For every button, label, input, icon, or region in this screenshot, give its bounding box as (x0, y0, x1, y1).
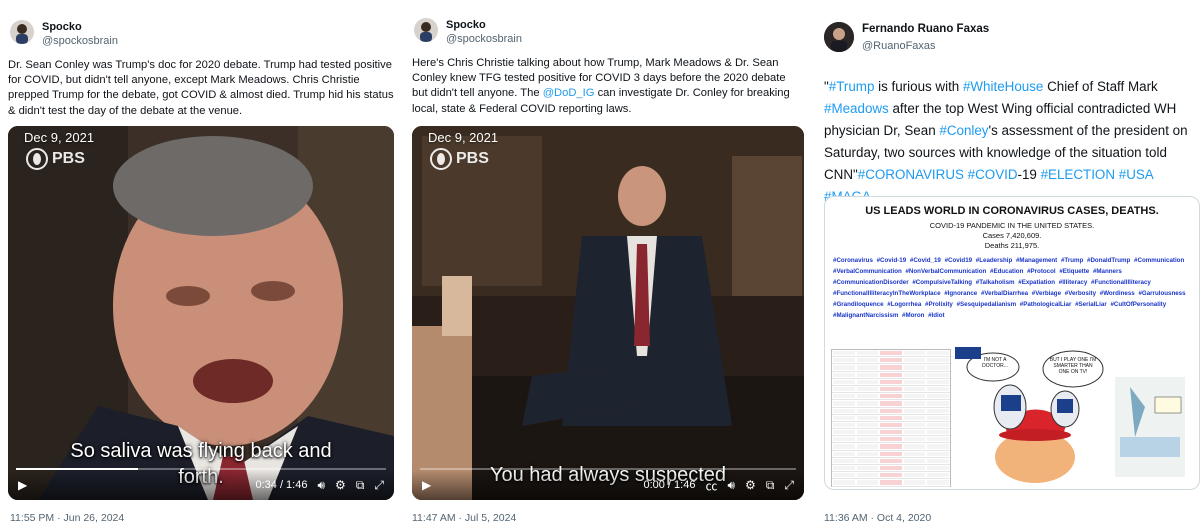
hashtag-link[interactable]: #ELECTION (1041, 167, 1115, 182)
fullscreen-icon[interactable]: ⤢ (784, 478, 794, 493)
tweet-card-3: Fernando Ruano Faxas @RuanoFaxas "#Trump… (814, 0, 1200, 531)
author-name[interactable]: Fernando Ruano Faxas (862, 22, 989, 36)
table-image-row (832, 436, 950, 444)
pip-icon[interactable]: ⧉ (766, 478, 775, 493)
hashtag-link[interactable]: #USA (1119, 167, 1153, 182)
covid-table-image (831, 349, 951, 487)
hashtag-link[interactable]: #CORONAVIRUS (858, 167, 964, 182)
hashtag-link[interactable]: #WhiteHouse (963, 79, 1043, 94)
pbs-icon (430, 148, 452, 170)
settings-icon[interactable]: ⚙ (335, 478, 346, 492)
table-image-row (832, 472, 950, 480)
pbs-logo: PBS (26, 148, 85, 170)
table-image-row (832, 443, 950, 451)
table-image-row (832, 451, 950, 458)
table-image-row (832, 479, 950, 487)
hashtag-link[interactable]: #Conley (939, 123, 988, 138)
network-label: PBS (456, 150, 489, 167)
pip-icon[interactable]: ⧉ (356, 478, 365, 493)
table-image-row (832, 393, 950, 401)
hashtag-link[interactable]: #Trump (829, 79, 875, 94)
author-handle[interactable]: @RuanoFaxas (862, 39, 989, 53)
video-controls: ▶ 0:00 / 1:46 ㏄ 🔊︎ ⚙ ⧉ ⤢ (412, 470, 804, 500)
volume-icon[interactable]: 🔊︎ (317, 478, 325, 493)
pbs-icon (26, 148, 48, 170)
pbs-logo: PBS (430, 148, 489, 170)
avatar[interactable] (10, 20, 34, 44)
captions-icon[interactable]: ㏄ (705, 477, 717, 494)
video-player[interactable]: Dec 9, 2021 PBS So saliva was flying bac… (8, 126, 394, 500)
play-icon[interactable]: ▶ (422, 478, 431, 492)
table-image-row (832, 350, 950, 358)
author-name[interactable]: Spocko (42, 20, 118, 34)
video-caption-line1: So saliva was flying back and (70, 440, 332, 462)
author-handle[interactable]: @spockosbrain (42, 34, 118, 48)
table-image-row (832, 415, 950, 422)
author-handle[interactable]: @spockosbrain (446, 32, 522, 46)
mention-link[interactable]: @DoD_IG (543, 87, 595, 99)
video-player[interactable]: Dec 9, 2021 PBS You had always suspected… (412, 126, 804, 500)
settings-icon[interactable]: ⚙ (745, 478, 756, 492)
table-image-row (832, 357, 950, 365)
image-hashtags: #Coronavirus #Covid-19 #Covid_19 #Covid1… (833, 255, 1191, 343)
tweet-text-part: is furious with (874, 79, 963, 94)
cartoon-bubble-2: BUT I PLAY ONE I'M SMARTER THAN ONE ON T… (1049, 357, 1097, 375)
image-subtitle: COVID-19 PANDEMIC IN THE UNITED STATES. (929, 221, 1095, 230)
cartoon-image: I'M NOT A DOCTOR... BUT I PLAY ONE I'M S… (955, 347, 1191, 487)
video-time: 0:34 / 1:46 (255, 479, 308, 491)
tweet-header: Fernando Ruano Faxas @RuanoFaxas (824, 22, 989, 53)
tweet-header: Spocko @spockosbrain (414, 18, 522, 46)
tweet-text: Dr. Sean Conley was Trump's doc for 2020… (8, 59, 394, 117)
tweet-timestamp[interactable]: 11:36 AM · Oct 4, 2020 (824, 512, 931, 524)
table-image-row (832, 372, 950, 379)
fullscreen-icon[interactable]: ⤢ (374, 478, 384, 493)
video-date-overlay: Dec 9, 2021 (24, 130, 95, 145)
table-image-row (832, 465, 950, 473)
tweet-card-2: Spocko @spockosbrain Here's Chris Christ… (404, 0, 810, 531)
avatar[interactable] (414, 18, 438, 42)
hashtag-link[interactable]: #COVID (968, 167, 1018, 182)
video-time: 0:00 / 1:46 (643, 479, 696, 491)
tweet-card-1: Spocko @spockosbrain Dr. Sean Conley was… (0, 0, 402, 531)
table-image-row (832, 379, 950, 386)
author-name[interactable]: Spocko (446, 18, 522, 32)
image-title: US LEADS WORLD IN CORONAVIRUS CASES, DEA… (865, 205, 1159, 217)
table-image-row (832, 400, 950, 408)
table-image-row (832, 408, 950, 415)
attached-image[interactable]: US LEADS WORLD IN CORONAVIRUS CASES, DEA… (824, 196, 1200, 490)
video-controls: ▶ 0:34 / 1:46 🔊︎ ⚙ ⧉ ⤢ (8, 470, 394, 500)
table-image-row (832, 422, 950, 430)
video-date-overlay: Dec 9, 2021 (428, 130, 499, 145)
avatar[interactable] (824, 22, 854, 52)
tweet-timestamp[interactable]: 11:47 AM · Jul 5, 2024 (412, 512, 516, 524)
hashtag-link[interactable]: #Meadows (824, 101, 889, 116)
image-cases: Cases 7,420,609. (982, 231, 1042, 240)
table-image-row (832, 458, 950, 465)
tweet-text: Here's Chris Christie talking about how … (412, 56, 804, 117)
image-deaths: Deaths 211,975. (984, 241, 1040, 250)
tweet-text: "#Trump is furious with #WhiteHouse Chie… (824, 76, 1194, 208)
table-image-row (832, 429, 950, 437)
cartoon-bubble-1: I'M NOT A DOCTOR... (982, 357, 1008, 369)
tweet-text-part: Chief of Staff Mark (1043, 79, 1158, 94)
play-icon[interactable]: ▶ (18, 478, 27, 492)
table-image-row (832, 364, 950, 372)
video-frame-christie-interview (412, 126, 804, 500)
volume-icon[interactable]: 🔊︎ (727, 478, 735, 493)
network-label: PBS (52, 150, 85, 167)
tweet-timestamp[interactable]: 11:55 PM · Jun 26, 2024 (10, 512, 124, 524)
tweet-text-part: -19 (1017, 167, 1041, 182)
tweet-header: Spocko @spockosbrain (10, 20, 118, 48)
table-image-row (832, 386, 950, 394)
